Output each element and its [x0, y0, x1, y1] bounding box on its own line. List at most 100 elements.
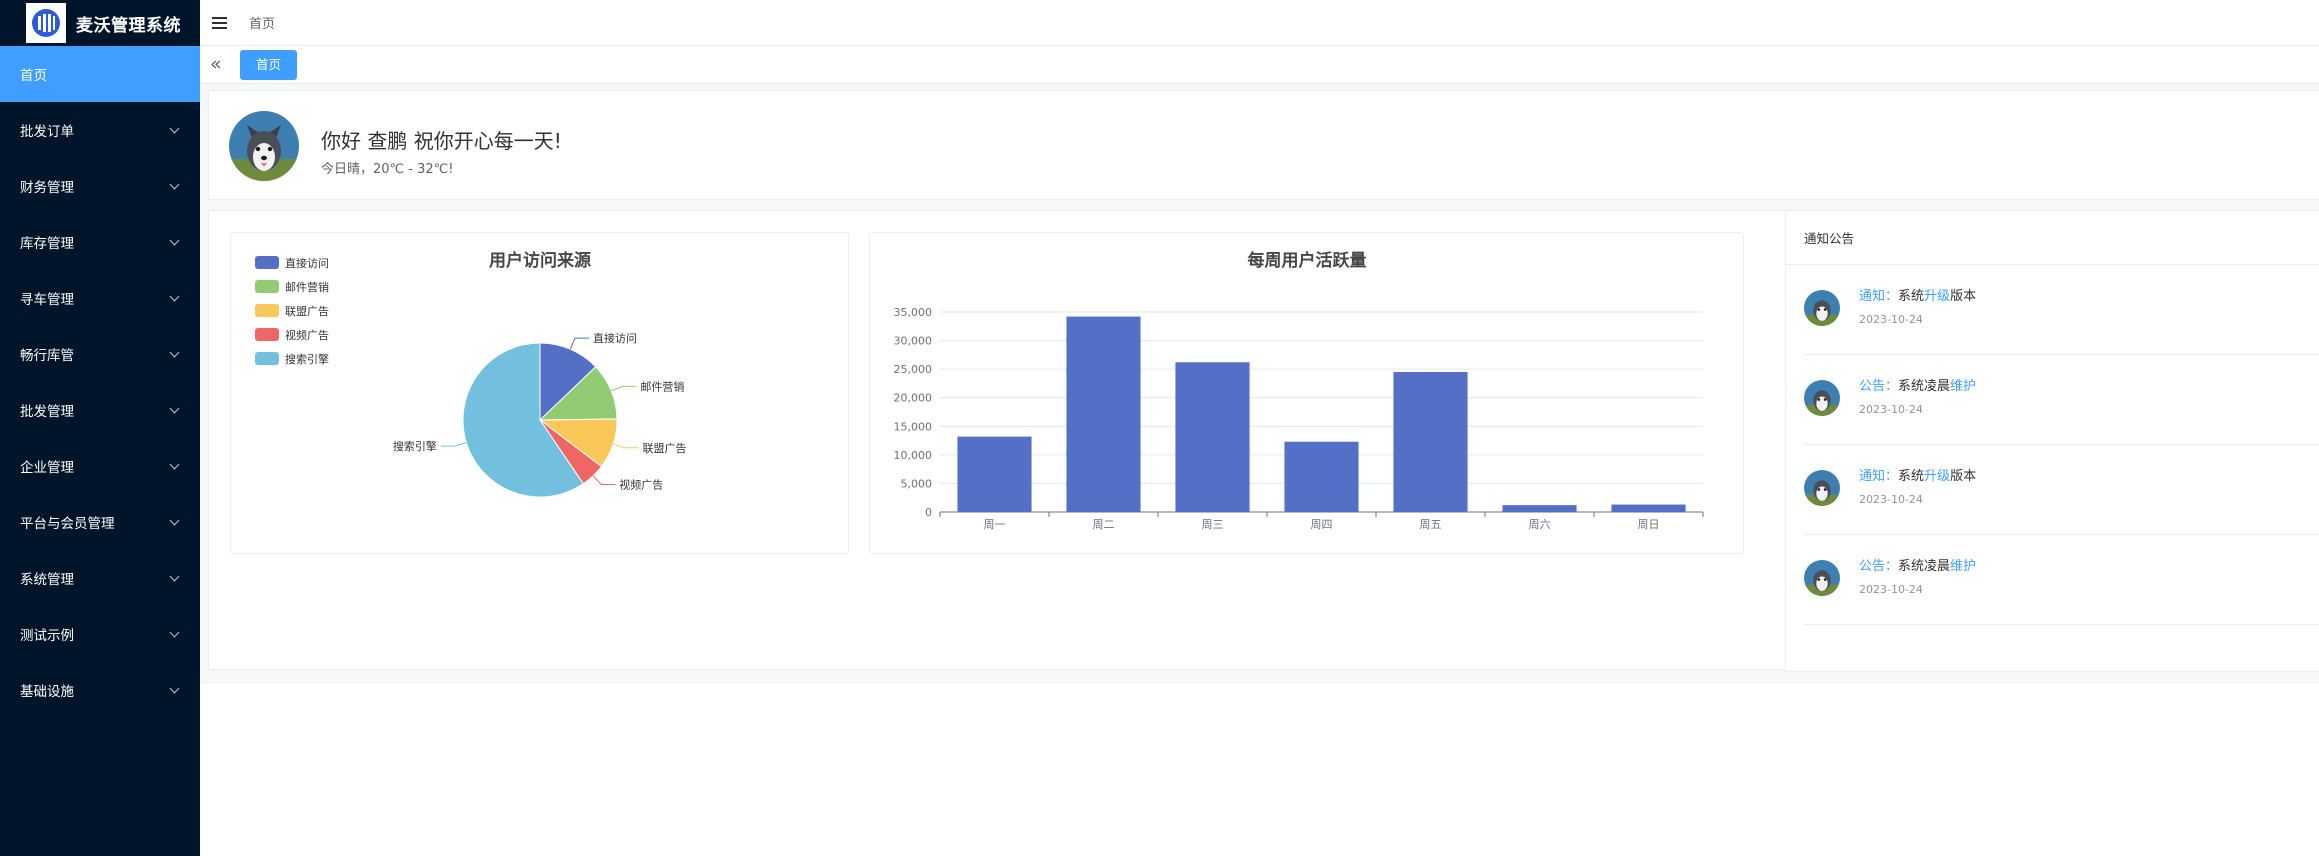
- chevron-down-icon: [169, 123, 180, 133]
- notice-avatar: [1804, 470, 1840, 506]
- notice-avatar: [1804, 560, 1840, 596]
- chevron-down-icon: [169, 683, 180, 693]
- notice-item[interactable]: 通知：系统升级版本 2023-10-24: [1804, 445, 2319, 535]
- tab-home[interactable]: 首页: [240, 49, 298, 80]
- y-tick-label: 5,000: [901, 477, 933, 490]
- legend-label: 联盟广告: [285, 305, 329, 318]
- bar: [1611, 504, 1686, 512]
- notice-avatar: [1804, 380, 1840, 416]
- notice-type: 公告: [1859, 379, 1886, 394]
- sidebar-item[interactable]: 平台与会员管理: [0, 494, 200, 550]
- breadcrumb[interactable]: 首页: [249, 13, 275, 32]
- notice-text: 通知：系统升级版本: [1859, 465, 1976, 484]
- sidebar-item[interactable]: 首页: [0, 46, 200, 102]
- notice-text: 公告：系统凌晨维护: [1859, 555, 1976, 574]
- notice-item[interactable]: 公告：系统凌晨维护 2023-10-24: [1804, 535, 2319, 625]
- y-tick-label: 15,000: [894, 420, 933, 433]
- notice-date: 2023-10-24: [1859, 493, 1923, 506]
- charts-panel: 用户访问来源 直接访问 邮件营销 联盟广告 视频广告 搜索引擎 直接访问 邮件营销 联盟广告 视频…: [208, 210, 1795, 670]
- sidebar-item-label: 批发订单: [20, 124, 74, 140]
- pie-slice-label: 视频广告: [619, 478, 663, 492]
- y-tick-label: 25,000: [894, 363, 933, 376]
- x-tick-label: 周四: [1311, 518, 1333, 531]
- pie-chart-title: 用户访问来源: [489, 250, 591, 271]
- logo: 麦沃管理系统: [0, 0, 200, 46]
- sidebar-item[interactable]: 财务管理: [0, 158, 200, 214]
- chevron-down-icon: [169, 291, 180, 301]
- notice-highlight: 升级: [1924, 469, 1951, 484]
- double-chevron-left-icon[interactable]: «: [210, 55, 228, 74]
- sidebar-item[interactable]: 基础设施: [0, 662, 200, 718]
- app-logo-icon: [26, 3, 66, 43]
- pie-label-line: [440, 442, 467, 447]
- notice-separator: ：: [1885, 469, 1899, 484]
- chevron-down-icon: [169, 459, 180, 469]
- sidebar-item-label: 畅行库管: [20, 348, 74, 364]
- chevron-down-icon: [169, 347, 180, 357]
- bar-chart-title: 每周用户活跃量: [1248, 250, 1367, 271]
- legend-swatch: [255, 328, 279, 341]
- legend-label: 视频广告: [285, 328, 329, 342]
- sidebar-item-label: 首页: [20, 68, 47, 84]
- hamburger-menu-icon[interactable]: [212, 16, 227, 29]
- x-tick-label: 周五: [1420, 518, 1442, 531]
- notice-type: 通知: [1859, 469, 1886, 484]
- bar: [1502, 505, 1577, 512]
- notice-item[interactable]: 公告：系统凌晨维护 2023-10-24: [1804, 355, 2319, 445]
- sidebar-item-label: 平台与会员管理: [20, 516, 115, 532]
- notice-avatar: [1804, 290, 1840, 326]
- sidebar-item[interactable]: 寻车管理: [0, 270, 200, 326]
- notice-text: 通知：系统升级版本: [1859, 285, 1976, 304]
- legend-swatch: [255, 280, 279, 293]
- sidebar-item-label: 基础设施: [20, 684, 74, 700]
- notice-prefix: 系统凌晨: [1898, 379, 1951, 394]
- notice-text: 公告：系统凌晨维护: [1859, 375, 1976, 394]
- greeting-text: 你好 查鹏 祝你开心每一天!: [321, 129, 562, 153]
- bar-chart-card: 每周用户活跃量 0 5,000 10,000 15,000 20,000 25,000 30,…: [869, 232, 1744, 554]
- user-avatar: [229, 111, 299, 181]
- sidebar-item[interactable]: 畅行库管: [0, 326, 200, 382]
- y-tick-label: 35,000: [894, 306, 933, 319]
- pie-label-line: [592, 475, 616, 486]
- sidebar-item-label: 库存管理: [20, 236, 74, 252]
- pie-chart-card: 用户访问来源 直接访问 邮件营销 联盟广告 视频广告 搜索引擎 直接访问 邮件营销 联盟广告 视频…: [230, 232, 849, 554]
- notice-panel: 通知公告 通知：系统升级版本 2023-10-24 公告：系统凌晨维护 2023-10…: [1785, 210, 2319, 672]
- chevron-down-icon: [169, 515, 180, 525]
- top-header: 首页: [200, 0, 2319, 46]
- notice-suffix: 版本: [1950, 289, 1977, 304]
- sidebar-item-label: 系统管理: [20, 572, 74, 588]
- chevron-down-icon: [169, 403, 180, 413]
- sidebar-item-label: 批发管理: [20, 404, 74, 420]
- notice-separator: ：: [1885, 289, 1899, 304]
- sidebar-item[interactable]: 批发订单: [0, 102, 200, 158]
- sidebar-item[interactable]: 系统管理: [0, 550, 200, 606]
- sidebar-item[interactable]: 测试示例: [0, 606, 200, 662]
- legend-swatch: [255, 352, 279, 365]
- chevron-down-icon: [169, 179, 180, 189]
- sidebar-item[interactable]: 库存管理: [0, 214, 200, 270]
- chevron-down-icon: [169, 571, 180, 581]
- sidebar-item[interactable]: 企业管理: [0, 438, 200, 494]
- welcome-card: 你好 查鹏 祝你开心每一天! 今日晴，20℃ - 32℃!: [208, 90, 2319, 200]
- chevron-down-icon: [169, 235, 180, 245]
- legend-label: 搜索引擎: [285, 352, 329, 366]
- notice-list: 通知：系统升级版本 2023-10-24 公告：系统凌晨维护 2023-10-24 通知…: [1786, 265, 2319, 625]
- pie-slice-label: 搜索引擎: [393, 439, 437, 453]
- y-tick-label: 30,000: [894, 335, 933, 348]
- app-title: 麦沃管理系统: [76, 15, 181, 36]
- notice-highlight: 维护: [1950, 559, 1977, 574]
- y-tick-label: 20,000: [894, 392, 933, 405]
- y-tick-label: 10,000: [894, 449, 933, 462]
- notice-item[interactable]: 通知：系统升级版本 2023-10-24: [1804, 265, 2319, 355]
- x-tick-label: 周三: [1202, 518, 1224, 531]
- sidebar-menu: 首页批发订单财务管理库存管理寻车管理畅行库管批发管理企业管理平台与会员管理 系统管…: [0, 46, 200, 718]
- notice-highlight: 维护: [1950, 379, 1977, 394]
- pie-slice-label: 联盟广告: [643, 442, 687, 455]
- sidebar-item[interactable]: 批发管理: [0, 382, 200, 438]
- bar: [1284, 441, 1359, 512]
- notice-type: 通知: [1859, 289, 1886, 304]
- pie-label-line: [612, 443, 639, 449]
- sidebar-item-label: 企业管理: [20, 460, 74, 476]
- legend-swatch: [255, 256, 279, 269]
- y-tick-label: 0: [925, 506, 932, 519]
